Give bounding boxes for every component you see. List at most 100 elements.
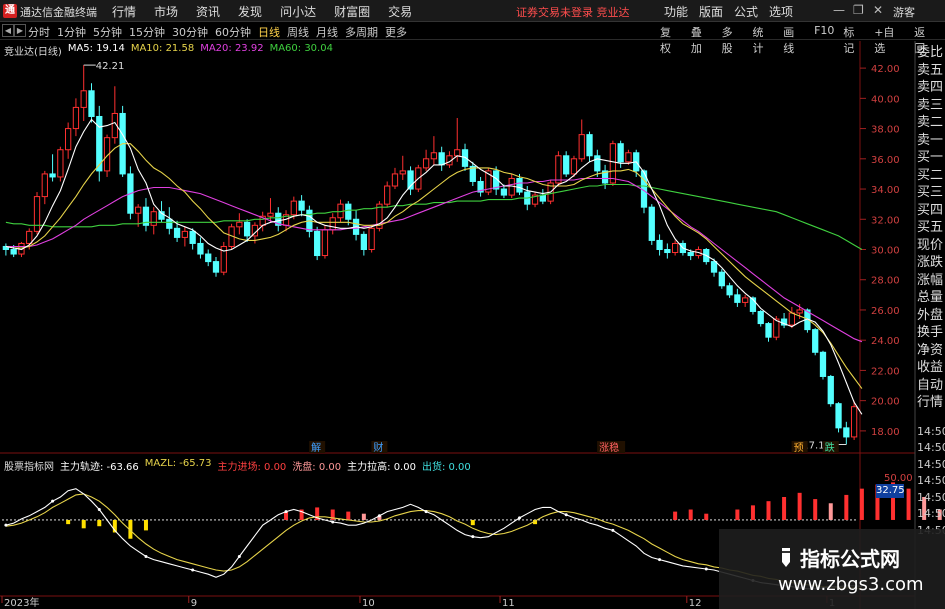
candle-down <box>49 173 56 178</box>
quote-label[interactable]: 行情 <box>917 394 945 412</box>
tab-1min[interactable]: 1分钟 <box>57 24 86 40</box>
quote-label[interactable]: 买四 <box>917 202 945 220</box>
ma10-label: MA10: 21.58 <box>130 43 195 54</box>
quote-label[interactable]: 卖三 <box>917 97 945 115</box>
candle-up <box>329 217 336 231</box>
candle-down <box>765 323 772 338</box>
menu-caifuquan[interactable]: 财富圈 <box>334 3 370 20</box>
period-tabs: 分时 1分钟 5分钟 15分钟 30分钟 60分钟 日线 周线 月线 多周期 更… <box>28 24 414 40</box>
indicator-dot <box>471 535 475 539</box>
menu-banmian[interactable]: 版面 <box>699 3 723 20</box>
indicator-bar <box>906 488 911 520</box>
menu-jiaoyi[interactable]: 交易 <box>388 3 412 20</box>
tab-daily[interactable]: 日线 <box>258 24 280 40</box>
indicator-dot <box>424 510 428 514</box>
indicator-xipan-label: 洗盘: 0.00 <box>292 462 342 473</box>
quote-label[interactable]: 买五 <box>917 219 945 237</box>
candle-down <box>827 375 834 405</box>
indicator-bar <box>735 509 740 520</box>
menu-shichang[interactable]: 市场 <box>154 3 178 20</box>
main-menu: 行情 市场 资讯 发现 问小达 财富圈 交易 <box>112 3 430 20</box>
tab-more[interactable]: 更多 <box>385 24 407 40</box>
candle-up <box>671 242 679 254</box>
time-axis-label: 11 <box>502 598 515 609</box>
candle-down <box>197 242 204 255</box>
candle-down <box>664 249 671 254</box>
menu-xuanxiang[interactable]: 选项 <box>769 3 793 20</box>
tab-60min[interactable]: 60分钟 <box>215 24 251 40</box>
menu-gongneng[interactable]: 功能 <box>664 3 688 20</box>
tab-5min[interactable]: 5分钟 <box>93 24 122 40</box>
restore-icon[interactable]: ❐ <box>853 3 864 17</box>
quote-label[interactable]: 委比 <box>917 44 945 62</box>
quote-label[interactable]: 涨跌 <box>917 254 945 272</box>
indicator-name[interactable]: 股票指标网 <box>4 458 54 473</box>
indicator-dot <box>4 523 8 527</box>
tab-15min[interactable]: 15分钟 <box>129 24 165 40</box>
candle-down <box>438 152 445 166</box>
minimize-icon[interactable]: — <box>833 3 845 17</box>
menu-faxian[interactable]: 发现 <box>238 3 262 20</box>
quote-label[interactable]: 净资 <box>917 342 945 360</box>
candle-down <box>843 427 850 438</box>
indicator-bar <box>782 497 787 520</box>
indicator-dot <box>658 558 662 562</box>
quote-label[interactable]: 涨幅 <box>917 272 945 290</box>
tab-weekly[interactable]: 周线 <box>287 24 309 40</box>
tab-30min[interactable]: 30分钟 <box>172 24 208 40</box>
quote-label[interactable]: 收益 <box>917 359 945 377</box>
y-tick-label: 36.00 <box>871 155 900 166</box>
candle-up <box>578 134 585 160</box>
side-time: 14:50 <box>917 441 945 454</box>
candle-up <box>181 230 189 238</box>
guest-label[interactable]: 游客 <box>893 4 915 20</box>
prev-arrow-icon[interactable]: ◀ <box>2 24 14 37</box>
quote-label[interactable]: 卖二 <box>917 114 945 132</box>
candle-down <box>88 90 95 117</box>
stock-label: 竞业达(日线) <box>4 47 62 58</box>
candle-down <box>718 271 725 287</box>
quote-label[interactable]: 卖一 <box>917 132 945 150</box>
indicator-bar <box>766 501 771 520</box>
indicator-dot <box>611 528 615 532</box>
candle-down <box>500 188 508 196</box>
menu-wenxiaoda[interactable]: 问小达 <box>280 3 316 20</box>
trade-login-alert[interactable]: 证券交易未登录 竞业达 <box>516 4 630 20</box>
tab-multi-period[interactable]: 多周期 <box>345 24 378 40</box>
menu-hangqing[interactable]: 行情 <box>112 3 136 20</box>
quote-label[interactable]: 现价 <box>917 237 945 255</box>
menu-gongshi[interactable]: 公式 <box>734 3 758 20</box>
next-arrow-icon[interactable]: ▶ <box>14 24 26 37</box>
indicator-bar <box>81 519 86 529</box>
quote-label[interactable]: 买二 <box>917 167 945 185</box>
candle-down <box>166 218 173 229</box>
app-logo-icon: 通 <box>3 4 17 18</box>
candle-down <box>298 200 305 211</box>
indicator-dot <box>284 510 288 514</box>
quote-label[interactable]: 买一 <box>917 149 945 167</box>
quote-label[interactable]: 总量 <box>917 289 945 307</box>
indicator-dot <box>144 554 148 558</box>
tab-fenshi[interactable]: 分时 <box>28 24 50 40</box>
quote-label[interactable]: 买三 <box>917 184 945 202</box>
quote-label[interactable]: 卖五 <box>917 62 945 80</box>
y-tick-label: 24.00 <box>871 336 900 347</box>
quote-label[interactable]: 卖四 <box>917 79 945 97</box>
candle-down <box>734 294 741 303</box>
menu-zixun[interactable]: 资讯 <box>196 3 220 20</box>
quote-label[interactable]: 换手 <box>917 324 945 342</box>
candle-up <box>422 158 430 169</box>
quote-label[interactable]: 外盘 <box>917 307 945 325</box>
indicator-bar <box>97 519 102 527</box>
indicator-bar <box>750 505 755 520</box>
y-tick-label: 42.00 <box>871 64 900 75</box>
candle-up <box>430 152 438 160</box>
indicator-bar <box>813 499 818 520</box>
indicator-bar <box>859 488 864 520</box>
kline-chart[interactable]: 42.00 40.00 38.00 36.00 34.00 32.00 30.00 28.00… <box>0 41 945 609</box>
close-icon[interactable]: ✕ <box>873 3 883 17</box>
tab-monthly[interactable]: 月线 <box>316 24 338 40</box>
ma10-line <box>5 143 863 389</box>
indicator-bar <box>66 519 71 525</box>
quote-label[interactable]: 自动 <box>917 377 945 395</box>
